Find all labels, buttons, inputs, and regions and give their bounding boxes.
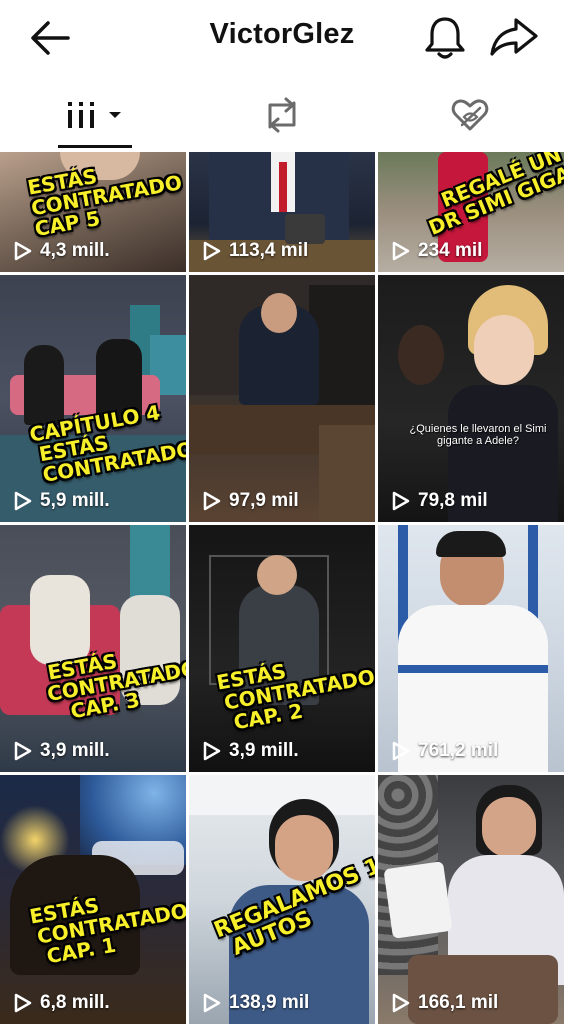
selected-tab-indicator <box>58 145 132 148</box>
video-thumbnail[interactable]: 97,9 mil <box>189 275 375 522</box>
play-icon <box>392 241 410 261</box>
view-count: 234 mil <box>390 240 482 262</box>
play-icon <box>14 241 32 261</box>
video-thumbnail[interactable]: 113,4 mil <box>189 152 375 272</box>
view-count: 113,4 mil <box>201 240 308 262</box>
view-count: 138,9 mil <box>201 992 309 1014</box>
view-count: 5,9 mill. <box>12 490 110 512</box>
repost-arrows-icon <box>268 97 296 133</box>
video-thumbnail[interactable]: ESTÁS CONTRATADO CAP. 1 6,8 mill. <box>0 775 186 1024</box>
video-grid: ESTÁS CONTRATADO CAP 5 4,3 mill. 113,4 mil… <box>0 152 564 1024</box>
grid-bars-icon <box>68 102 94 128</box>
video-thumbnail[interactable]: REGALAMOS 10 AUTOS 138,9 mil <box>189 775 375 1024</box>
video-thumbnail[interactable]: 761,2 mil <box>378 525 564 772</box>
profile-tabs <box>0 84 564 150</box>
video-caption: ESTÁS CONTRATADO CAP 5 <box>25 163 184 242</box>
view-count: 97,9 mil <box>201 490 299 512</box>
video-thumbnail[interactable]: ESTÁS CONTRATADO CAP. 2 3,9 mill. <box>189 525 375 772</box>
view-count: 3,9 mill. <box>201 740 299 762</box>
heart-hidden-icon <box>451 99 489 131</box>
play-icon <box>14 741 32 761</box>
view-count: 3,9 mill. <box>12 740 110 762</box>
bell-icon <box>425 17 465 59</box>
share-button[interactable] <box>488 16 540 58</box>
video-thumbnail[interactable]: CAPÍTULO 4 ESTÁS CONTRATADO 5,9 mill. <box>0 275 186 522</box>
play-icon <box>392 741 410 761</box>
video-thumbnail[interactable]: 166,1 mil <box>378 775 564 1024</box>
profile-username: VictorGlez <box>209 18 355 50</box>
play-icon <box>203 741 221 761</box>
play-icon <box>14 993 32 1013</box>
view-count: 79,8 mil <box>390 490 488 512</box>
view-count: 4,3 mill. <box>12 240 110 262</box>
top-bar: VictorGlez <box>0 0 564 78</box>
video-thumbnail[interactable]: REGALÉ UN DR SIMI GIGANTE 234 mil <box>378 152 564 272</box>
play-icon <box>392 491 410 511</box>
play-icon <box>203 993 221 1013</box>
play-icon <box>392 993 410 1013</box>
tab-videos[interactable] <box>46 84 144 146</box>
video-thumbnail[interactable]: ESTÁS CONTRATADO CAP. 3 3,9 mill. <box>0 525 186 772</box>
play-icon <box>203 491 221 511</box>
tab-reposts[interactable] <box>236 84 328 146</box>
view-count: 166,1 mil <box>390 992 498 1014</box>
chevron-down-icon[interactable] <box>106 109 124 121</box>
view-count: 6,8 mill. <box>12 992 110 1014</box>
view-count: 761,2 mil <box>390 740 498 762</box>
video-thumbnail[interactable]: ¿Quienes le llevaron el Simi gigante a A… <box>378 275 564 522</box>
notifications-button[interactable] <box>420 14 470 60</box>
play-icon <box>203 241 221 261</box>
play-icon <box>14 491 32 511</box>
video-thumbnail[interactable]: ESTÁS CONTRATADO CAP 5 4,3 mill. <box>0 152 186 272</box>
tab-liked[interactable] <box>424 84 516 146</box>
share-arrow-icon <box>490 18 538 56</box>
video-subtitle: ¿Quienes le llevaron el Simi gigante a A… <box>409 423 547 447</box>
